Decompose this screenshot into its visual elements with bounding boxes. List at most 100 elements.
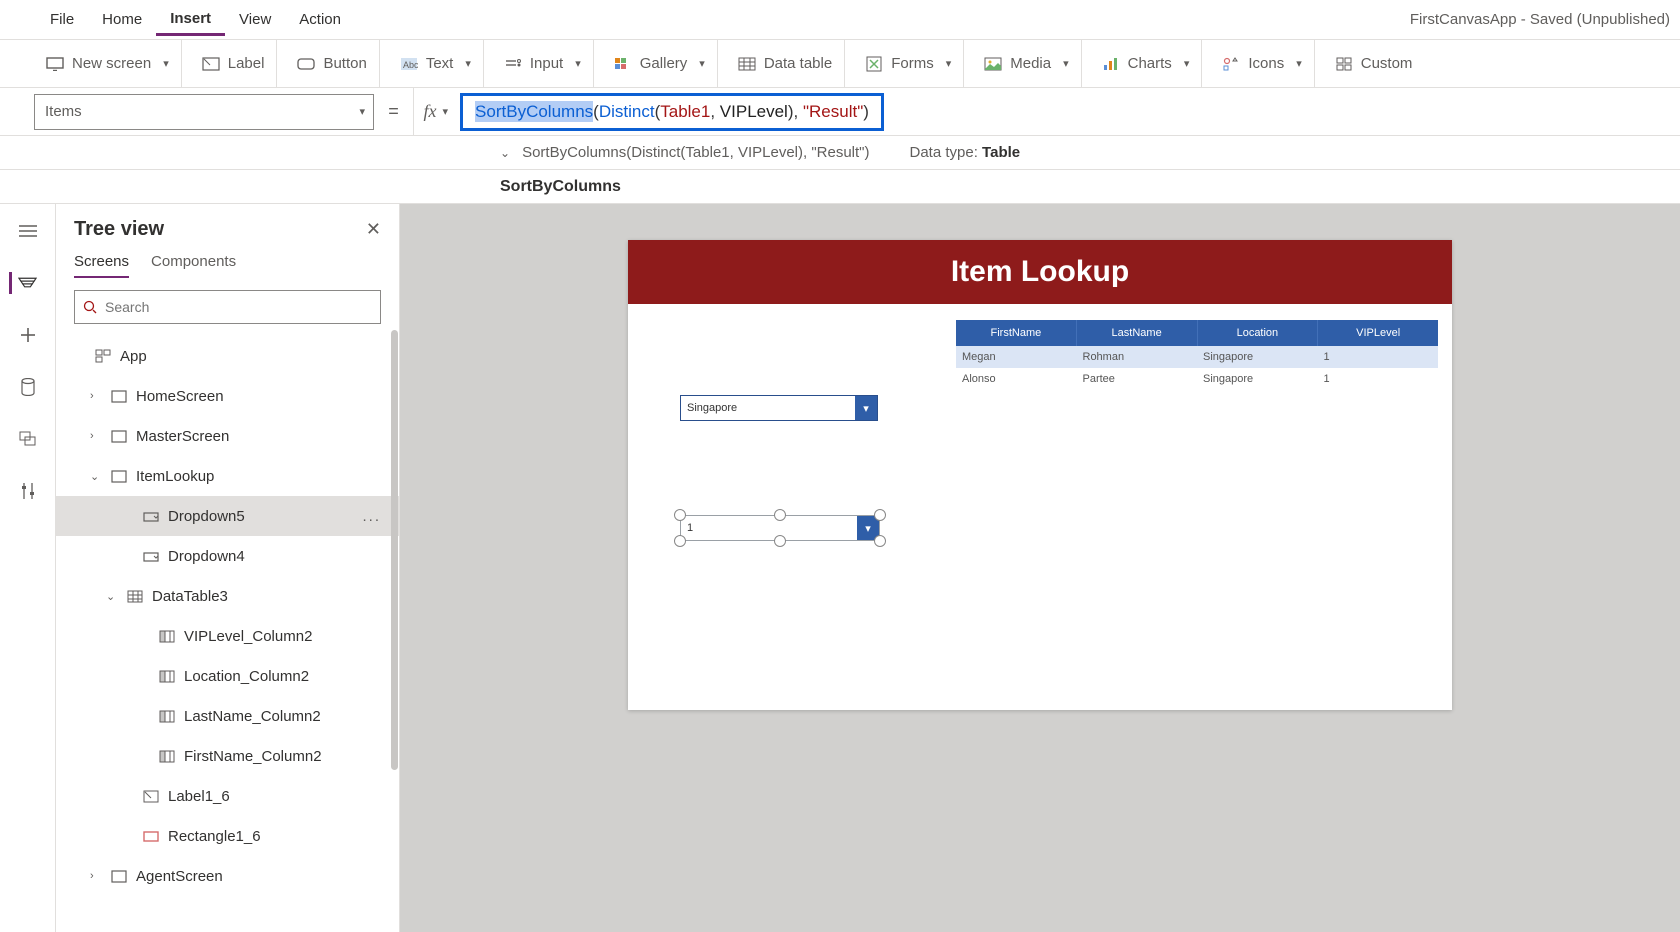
col-header[interactable]: FirstName (956, 320, 1077, 346)
tree-item[interactable]: VIPLevel_Column2 (56, 616, 399, 656)
ribbon-media[interactable]: Media▾ (972, 40, 1081, 87)
ribbon-charts[interactable]: Charts▾ (1090, 40, 1203, 87)
tree-chevron-icon[interactable]: ⌄ (90, 470, 102, 483)
ribbon-data-table[interactable]: Data table (726, 40, 845, 87)
resize-handle[interactable] (774, 535, 786, 547)
ribbon: New screen▾ Label Button Abc Text▾ Input… (0, 40, 1680, 88)
formula-area: fx ▾ SortByColumns(Distinct(Table1, VIPL… (413, 88, 1646, 135)
tab-screens[interactable]: Screens (74, 253, 129, 278)
label-icon (202, 55, 220, 73)
ribbon-icons[interactable]: Icons▾ (1210, 40, 1314, 87)
tree-item[interactable]: ›MasterScreen (56, 416, 399, 456)
resize-handle[interactable] (674, 535, 686, 547)
column-icon (158, 667, 176, 685)
dropdown-location[interactable]: Singapore ▾ (680, 395, 878, 421)
ribbon-label[interactable]: Label (190, 40, 278, 87)
tree-item[interactable]: LastName_Column2 (56, 696, 399, 736)
media-icon (984, 55, 1002, 73)
menu-action[interactable]: Action (285, 5, 355, 34)
formula-input[interactable]: SortByColumns(Distinct(Table1, VIPLevel)… (460, 93, 884, 131)
tree-view-panel: Tree view ✕ Screens Components App ›Home… (56, 204, 400, 932)
tree-item[interactable]: Dropdown5... (56, 496, 399, 536)
button-icon (297, 55, 315, 73)
chevron-down-icon: ▾ (1063, 57, 1069, 70)
menu-home[interactable]: Home (88, 5, 156, 34)
close-icon[interactable]: ✕ (366, 219, 381, 240)
tree-chevron-icon[interactable]: › (90, 870, 102, 882)
scrollbar-icon[interactable] (391, 330, 398, 770)
dropdown-viplevel-selected[interactable]: 1 ▾ (680, 515, 880, 541)
screen-icon (110, 867, 128, 885)
dropdown-icon (142, 507, 160, 525)
ribbon-forms[interactable]: Forms▾ (853, 40, 964, 87)
ribbon-button[interactable]: Button (285, 40, 379, 87)
datatable-icon (738, 55, 756, 73)
resize-handle[interactable] (774, 509, 786, 521)
rail-media[interactable] (17, 428, 39, 450)
resize-handle[interactable] (874, 509, 886, 521)
ribbon-text[interactable]: Abc Text▾ (388, 40, 484, 87)
formula-suggest[interactable]: ⌄ SortByColumns(Distinct(Table1, VIPLeve… (0, 136, 1680, 170)
ribbon-input[interactable]: Input▾ (492, 40, 594, 87)
resize-handle[interactable] (674, 509, 686, 521)
tree-body: App ›HomeScreen›MasterScreen⌄ItemLookupD… (56, 330, 399, 932)
tree-chevron-icon[interactable]: › (90, 390, 102, 402)
chevron-down-icon[interactable]: ▾ (855, 396, 877, 420)
search-input[interactable] (105, 299, 372, 315)
ribbon-gallery[interactable]: Gallery▾ (602, 40, 718, 87)
app-screen-preview: Item Lookup FirstName LastName Location … (628, 240, 1452, 710)
col-header[interactable]: LastName (1077, 320, 1198, 346)
tree-item[interactable]: ⌄ItemLookup (56, 456, 399, 496)
rail-hamburger[interactable] (17, 220, 39, 242)
rail-add[interactable] (17, 324, 39, 346)
ribbon-custom[interactable]: Custom (1323, 40, 1425, 87)
rail-advanced[interactable] (17, 480, 39, 502)
tree-item[interactable]: Dropdown4 (56, 536, 399, 576)
tree-item[interactable]: Rectangle1_6 (56, 816, 399, 856)
tree-chevron-icon[interactable]: ⌄ (106, 590, 118, 603)
tree-item[interactable]: ›AgentScreen (56, 856, 399, 896)
table-row[interactable]: Alonso Partee Singapore 1 (956, 368, 1438, 390)
app-icon (94, 347, 112, 365)
rail-tree-view[interactable] (9, 272, 37, 294)
svg-text:Abc: Abc (403, 60, 418, 70)
chevron-down-icon[interactable]: ▾ (443, 105, 449, 118)
chevron-down-icon: ⌄ (500, 146, 510, 160)
table-icon (126, 587, 144, 605)
tree-item-app[interactable]: App (56, 336, 399, 376)
tree-item[interactable]: Label1_6 (56, 776, 399, 816)
custom-icon (1335, 55, 1353, 73)
rail-data[interactable] (17, 376, 39, 398)
chevron-down-icon: ▾ (359, 105, 365, 118)
tree-item[interactable]: ›HomeScreen (56, 376, 399, 416)
tree-search[interactable] (74, 290, 381, 324)
tree-item[interactable]: Location_Column2 (56, 656, 399, 696)
table-row[interactable]: Megan Rohman Singapore 1 (956, 346, 1438, 368)
data-table[interactable]: FirstName LastName Location VIPLevel Meg… (956, 320, 1438, 390)
more-icon[interactable]: ... (362, 508, 381, 525)
chevron-down-icon: ▾ (1296, 57, 1302, 70)
chevron-down-icon: ▾ (946, 57, 952, 70)
fx-icon: fx (424, 101, 437, 122)
tree-item[interactable]: FirstName_Column2 (56, 736, 399, 776)
col-header[interactable]: VIPLevel (1318, 320, 1438, 346)
label-icon (142, 787, 160, 805)
tree-item[interactable]: ⌄DataTable3 (56, 576, 399, 616)
col-header[interactable]: Location (1198, 320, 1319, 346)
screen-title: Item Lookup (628, 240, 1452, 304)
canvas-area: Item Lookup FirstName LastName Location … (400, 204, 1680, 932)
formula-bar: Items ▾ = fx ▾ SortByColumns(Distinct(Ta… (0, 88, 1680, 136)
property-dropdown[interactable]: Items ▾ (34, 94, 374, 130)
input-icon (504, 55, 522, 73)
tab-components[interactable]: Components (151, 253, 236, 278)
resize-handle[interactable] (874, 535, 886, 547)
app-title: FirstCanvasApp - Saved (Unpublished) (1410, 11, 1670, 28)
menu-file[interactable]: File (36, 5, 88, 34)
rect-icon (142, 827, 160, 845)
chevron-down-icon: ▾ (1184, 57, 1190, 70)
menu-view[interactable]: View (225, 5, 285, 34)
tree-chevron-icon[interactable]: › (90, 430, 102, 442)
menu-insert[interactable]: Insert (156, 4, 225, 36)
data-type-label: Data type: Table (910, 144, 1021, 161)
ribbon-new-screen[interactable]: New screen▾ (34, 40, 182, 87)
